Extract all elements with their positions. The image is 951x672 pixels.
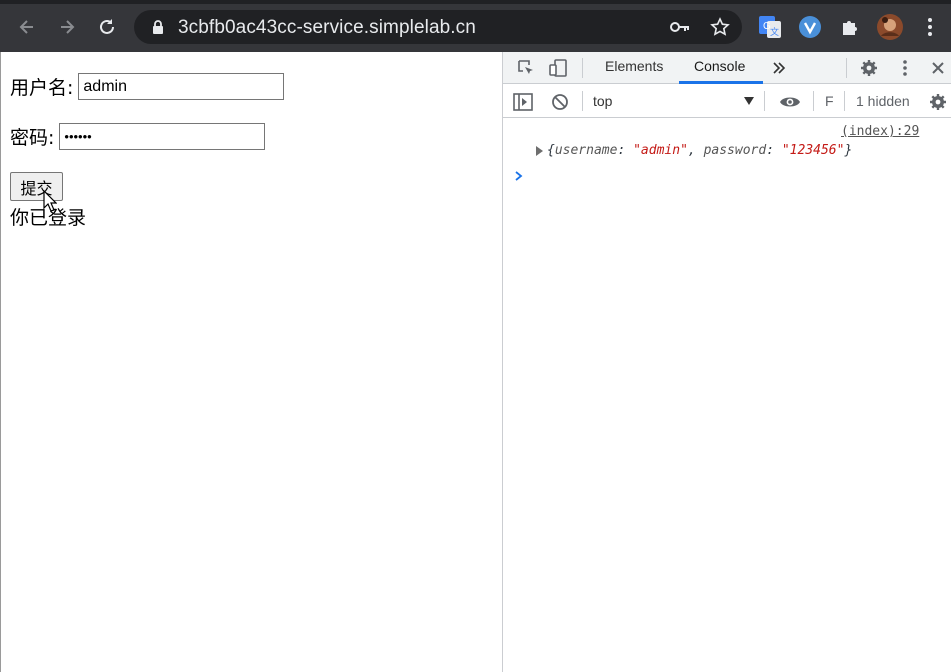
- object-value-password: "123456": [781, 143, 845, 158]
- browser-toolbar: 3cbfb0ac43cc-service.simplelab.cn G文: [0, 0, 951, 52]
- clear-console-icon[interactable]: [549, 91, 571, 113]
- console-settings-gear-icon[interactable]: [927, 91, 949, 113]
- inspect-element-icon[interactable]: [515, 57, 537, 79]
- object-open-brace: {: [547, 143, 555, 158]
- object-comma: ,: [687, 143, 704, 158]
- devtools-panel: Elements Console top F 1 hidden (index):…: [502, 52, 951, 672]
- toolbar-separator: [764, 91, 765, 111]
- username-label: 用户名:: [10, 77, 74, 99]
- reload-icon: [100, 19, 114, 34]
- tab-console[interactable]: Console: [694, 58, 745, 74]
- close-devtools-icon[interactable]: [928, 57, 948, 79]
- mouse-cursor-icon: [43, 190, 57, 212]
- extensions-puzzle-icon[interactable]: [837, 14, 863, 40]
- context-selector[interactable]: top: [593, 93, 612, 109]
- hidden-messages-count[interactable]: 1 hidden: [856, 93, 910, 109]
- url-text: 3cbfb0ac43cc-service.simplelab.cn: [178, 17, 476, 38]
- object-colon: :: [766, 143, 782, 158]
- active-tab-indicator: [679, 81, 763, 84]
- tab-separator: [582, 58, 583, 78]
- object-close-brace: }: [844, 143, 853, 158]
- console-log-entry[interactable]: {username: "admin", password: "123456"}: [547, 143, 852, 158]
- username-row: 用户名: admin: [10, 73, 285, 100]
- google-translate-icon[interactable]: G文: [757, 14, 783, 40]
- tab-separator: [846, 58, 847, 78]
- tab-elements[interactable]: Elements: [605, 58, 663, 74]
- password-label: 密码:: [10, 127, 55, 149]
- address-bar[interactable]: 3cbfb0ac43cc-service.simplelab.cn: [134, 10, 742, 44]
- web-page: 用户名: admin 密码: •••••• 提交 你已登录: [0, 52, 502, 672]
- tab-strip: [0, 0, 951, 4]
- object-colon: :: [617, 143, 634, 158]
- console-source-link[interactable]: (index):29: [841, 124, 919, 139]
- object-value-username: "admin": [633, 143, 688, 158]
- vivaldi-extension-icon[interactable]: [797, 14, 823, 40]
- object-key-username: username: [554, 143, 618, 158]
- toolbar-separator: [813, 91, 814, 111]
- password-row: 密码: ••••••: [10, 123, 266, 150]
- console-toolbar: top F 1 hidden: [503, 85, 951, 118]
- lock-icon[interactable]: [148, 17, 168, 37]
- device-toolbar-icon[interactable]: [547, 57, 569, 79]
- back-arrow-icon: [19, 20, 33, 34]
- show-sidebar-icon[interactable]: [512, 91, 534, 113]
- settings-gear-icon[interactable]: [858, 57, 880, 79]
- bookmark-star-icon[interactable]: [710, 17, 730, 37]
- back-button[interactable]: [14, 14, 40, 40]
- live-expression-eye-icon[interactable]: [778, 91, 802, 113]
- toolbar-separator: [582, 91, 583, 111]
- profile-avatar[interactable]: [877, 14, 903, 40]
- expand-object-triangle-icon[interactable]: [535, 145, 545, 157]
- console-prompt-chevron-icon[interactable]: [513, 169, 525, 183]
- devtools-tab-bar: Elements Console: [503, 52, 951, 84]
- reload-button[interactable]: [94, 14, 120, 40]
- context-dropdown-arrow-icon[interactable]: [743, 95, 755, 107]
- svg-text:文: 文: [770, 26, 779, 37]
- forward-arrow-icon: [61, 20, 75, 34]
- username-input[interactable]: admin: [78, 73, 285, 100]
- toolbar-separator: [844, 91, 845, 111]
- forward-button[interactable]: [54, 14, 80, 40]
- key-icon[interactable]: [670, 17, 690, 37]
- object-key-password: password: [703, 143, 767, 158]
- devtools-menu-kebab-icon[interactable]: [895, 57, 915, 79]
- more-tabs-chevron-icon[interactable]: [769, 57, 789, 79]
- menu-kebab-icon[interactable]: [917, 14, 943, 40]
- password-input[interactable]: ••••••: [59, 123, 266, 150]
- filter-input[interactable]: F: [825, 93, 834, 109]
